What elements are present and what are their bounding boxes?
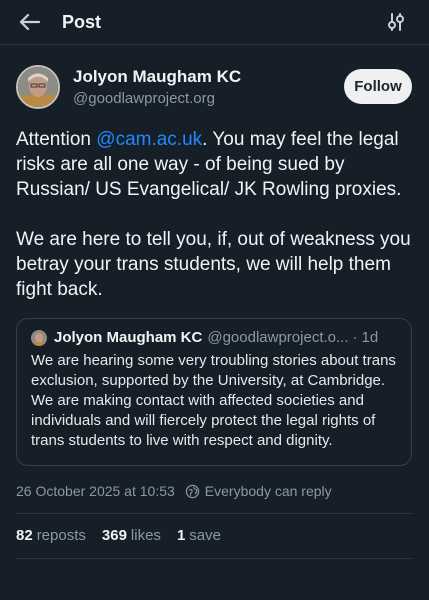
page-title: Post [62, 11, 102, 32]
post-timestamp: 26 October 2025 at 10:53 [16, 483, 175, 499]
reposts-stat[interactable]: 82 reposts [16, 527, 86, 544]
saves-label: save [189, 527, 221, 544]
quoted-time: 1d [361, 329, 379, 346]
post-text-intro: Attention [16, 129, 97, 150]
engagement-stats: 82 reposts 369 likes 1 save [0, 514, 429, 544]
reply-audience-icon [185, 484, 199, 498]
quoted-post-header: Jolyon Maugham KC @goodlawproject.o... ·… [31, 329, 397, 346]
author-handle[interactable]: @goodlawproject.org [73, 90, 241, 107]
back-button[interactable] [18, 11, 40, 33]
avatar[interactable] [16, 65, 60, 109]
post-meta: 26 October 2025 at 10:53 Everybody can r… [0, 466, 429, 499]
reposts-count: 82 [16, 527, 33, 544]
quoted-author-handle: @goodlawproject.o... [207, 329, 349, 346]
quoted-author-name: Jolyon Maugham KC [54, 329, 203, 346]
author-name[interactable]: Jolyon Maugham KC [73, 67, 241, 87]
quoted-separator: · [352, 329, 358, 346]
top-bar: Post [0, 0, 429, 44]
sliders-icon [388, 13, 404, 31]
saves-count: 1 [176, 527, 186, 544]
arrow-left-icon [19, 13, 40, 31]
post-paragraph-1: Attention @cam.ac.uk. You may feel the l… [16, 127, 413, 202]
stats-divider [16, 558, 413, 559]
saves-stat[interactable]: 1 save [177, 527, 221, 544]
quoted-post[interactable]: Jolyon Maugham KC @goodlawproject.o... ·… [16, 318, 412, 466]
mention-link[interactable]: @cam.ac.uk [96, 129, 202, 150]
likes-stat[interactable]: 369 likes [102, 527, 161, 544]
likes-label: likes [130, 527, 161, 544]
settings-button[interactable] [387, 12, 405, 32]
post-body: Attention @cam.ac.uk. You may feel the l… [0, 109, 429, 302]
follow-button[interactable]: Follow [344, 69, 412, 104]
quoted-avatar [31, 329, 47, 346]
reply-audience[interactable]: Everybody can reply [205, 483, 332, 499]
likes-count: 369 [101, 527, 127, 544]
post-author: Jolyon Maugham KC @goodlawproject.org Fo… [0, 45, 429, 109]
quoted-post-text: We are hearing some very troubling stori… [31, 352, 396, 449]
post-paragraph-2: We are here to tell you, if, out of weak… [16, 229, 411, 300]
reposts-label: reposts [36, 527, 86, 544]
